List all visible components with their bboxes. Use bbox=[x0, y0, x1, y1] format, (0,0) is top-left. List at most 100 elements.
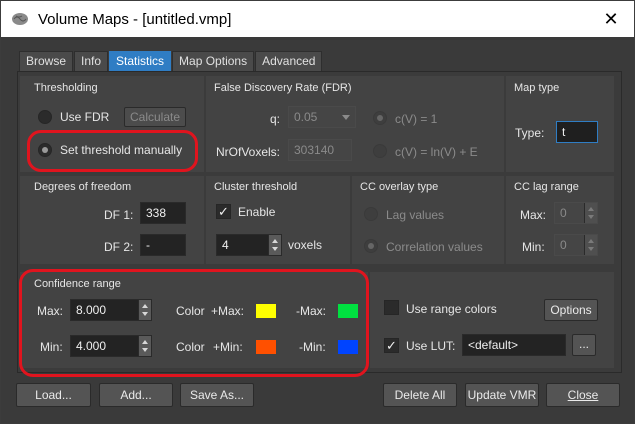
fdr-q-label: q: bbox=[270, 112, 281, 126]
confidence-min-spinbox[interactable]: 4.000 bbox=[70, 335, 152, 357]
confidence-title: Confidence range bbox=[34, 278, 121, 290]
map-type-label: Type: bbox=[515, 126, 545, 140]
lut-browse-button[interactable]: ... bbox=[572, 334, 596, 356]
dialog-window: Volume Maps - [untitled.vmp] ✕ Browse In… bbox=[0, 0, 635, 424]
spin-arrows-icon[interactable] bbox=[138, 336, 151, 356]
fdr-nrofvoxels-label: NrOfVoxels: bbox=[216, 145, 281, 159]
map-type-field[interactable]: t bbox=[556, 121, 598, 143]
confidence-min-label: Min: bbox=[40, 340, 63, 354]
chevron-down-icon bbox=[342, 115, 350, 120]
df1-label: DF 1: bbox=[104, 208, 134, 222]
lut-field[interactable]: <default> bbox=[462, 334, 566, 356]
tab-advanced[interactable]: Advanced bbox=[255, 51, 323, 71]
save-as-button[interactable]: Save As... bbox=[180, 383, 254, 407]
update-vmr-button[interactable]: Update VMR bbox=[465, 383, 539, 407]
spin-arrows-icon[interactable] bbox=[584, 203, 597, 223]
cv1-label: c(V) = 1 bbox=[395, 112, 438, 126]
neg-min-color-swatch[interactable] bbox=[338, 340, 358, 354]
cv2-radio[interactable] bbox=[373, 144, 387, 158]
calculate-button[interactable]: Calculate bbox=[124, 107, 186, 127]
lag-values-radio[interactable] bbox=[364, 207, 378, 221]
pos-min-color-swatch[interactable] bbox=[256, 340, 276, 354]
spin-arrows-icon[interactable] bbox=[268, 235, 281, 255]
cc-lag-max-spinbox[interactable]: 0 bbox=[554, 202, 598, 224]
use-fdr-label: Use FDR bbox=[60, 110, 110, 124]
map-type-group: Map type Type: t bbox=[506, 76, 614, 172]
neg-max-color-swatch[interactable] bbox=[338, 304, 358, 318]
cc-lag-title: CC lag range bbox=[514, 181, 579, 193]
thresholding-group: Thresholding Use FDR Calculate Set thres… bbox=[20, 76, 204, 172]
pos-min-label: +Min: bbox=[213, 340, 243, 354]
cluster-title: Cluster threshold bbox=[214, 181, 298, 193]
delete-all-button[interactable]: Delete All bbox=[383, 383, 457, 407]
set-threshold-label: Set threshold manually bbox=[60, 143, 183, 157]
confidence-max-label: Max: bbox=[37, 304, 64, 318]
close-icon[interactable]: ✕ bbox=[599, 7, 623, 31]
use-range-colors-checkbox[interactable] bbox=[384, 300, 399, 315]
range-colors-group: Use range colors Options ✓ Use LUT: <def… bbox=[370, 272, 614, 368]
confidence-group: Confidence range Max: 8.000 Color +Max: … bbox=[20, 272, 368, 368]
cluster-size-value: 4 bbox=[222, 238, 229, 252]
window-title: Volume Maps - [untitled.vmp] bbox=[38, 11, 232, 28]
tab-browse[interactable]: Browse bbox=[19, 51, 74, 71]
confidence-max-spinbox[interactable]: 8.000 bbox=[70, 299, 152, 321]
df2-label: DF 2: bbox=[104, 240, 134, 254]
correlation-values-label: Correlation values bbox=[386, 240, 483, 254]
thresholding-title: Thresholding bbox=[34, 82, 98, 94]
cv1-radio[interactable] bbox=[373, 111, 387, 125]
cluster-enable-label: Enable bbox=[238, 205, 276, 219]
confidence-min-value: 4.000 bbox=[76, 339, 107, 353]
tab-statistics[interactable]: Statistics bbox=[109, 51, 172, 71]
cluster-group: Cluster threshold ✓ Enable 4 voxels bbox=[206, 176, 350, 264]
set-threshold-radio[interactable] bbox=[38, 143, 52, 157]
options-button[interactable]: Options bbox=[544, 299, 598, 321]
fdr-title: False Discovery Rate (FDR) bbox=[214, 82, 352, 94]
dialog-client: Browse Info Statistics Map Options Advan… bbox=[1, 37, 634, 423]
correlation-values-radio[interactable] bbox=[364, 239, 378, 253]
pos-max-color-swatch[interactable] bbox=[256, 304, 276, 318]
spin-arrows-icon[interactable] bbox=[584, 235, 597, 255]
lag-values-label: Lag values bbox=[386, 208, 445, 222]
color-label-max: Color bbox=[176, 304, 205, 318]
cc-lag-max-label: Max: bbox=[520, 208, 547, 222]
confidence-max-value: 8.000 bbox=[76, 303, 107, 317]
tab-bar: Browse Info Statistics Map Options Advan… bbox=[19, 51, 323, 71]
tab-map-options[interactable]: Map Options bbox=[172, 51, 255, 71]
use-fdr-radio[interactable] bbox=[38, 110, 52, 124]
df1-field[interactable]: 338 bbox=[140, 202, 186, 224]
cv2-label: c(V) = ln(V) + E bbox=[395, 145, 478, 159]
cc-overlay-title: CC overlay type bbox=[360, 181, 439, 193]
neg-max-label: -Max: bbox=[296, 304, 326, 318]
cc-overlay-group: CC overlay type Lag values Correlation v… bbox=[352, 176, 504, 264]
cc-lag-min-value: 0 bbox=[560, 238, 567, 252]
cluster-size-spinbox[interactable]: 4 bbox=[216, 234, 282, 256]
use-lut-label: Use LUT: bbox=[406, 339, 456, 353]
brain-icon bbox=[12, 13, 28, 25]
close-button[interactable]: Close bbox=[546, 383, 620, 407]
title-bar: Volume Maps - [untitled.vmp] ✕ bbox=[1, 1, 634, 37]
cluster-enable-checkbox[interactable]: ✓ bbox=[216, 204, 231, 219]
df2-field[interactable]: - bbox=[140, 234, 186, 256]
use-lut-checkbox[interactable]: ✓ bbox=[384, 338, 399, 353]
cc-lag-min-spinbox[interactable]: 0 bbox=[554, 234, 598, 256]
cluster-unit-label: voxels bbox=[288, 238, 323, 252]
fdr-q-select[interactable]: 0.05 bbox=[288, 106, 356, 128]
statistics-panel: Thresholding Use FDR Calculate Set thres… bbox=[17, 71, 622, 373]
map-type-title: Map type bbox=[514, 82, 560, 94]
cc-lag-min-label: Min: bbox=[522, 240, 545, 254]
fdr-q-value: 0.05 bbox=[294, 110, 318, 124]
fdr-nrofvoxels-field[interactable]: 303140 bbox=[288, 139, 352, 161]
add-button[interactable]: Add... bbox=[99, 383, 173, 407]
neg-min-label: -Min: bbox=[299, 340, 326, 354]
load-button[interactable]: Load... bbox=[16, 383, 91, 407]
color-label-min: Color bbox=[176, 340, 205, 354]
fdr-group: False Discovery Rate (FDR) q: 0.05 NrOfV… bbox=[206, 76, 504, 172]
tab-info[interactable]: Info bbox=[74, 51, 109, 71]
dof-title: Degrees of freedom bbox=[34, 181, 132, 193]
cc-lag-group: CC lag range Max: 0 Min: 0 bbox=[506, 176, 614, 264]
spin-arrows-icon[interactable] bbox=[138, 300, 151, 320]
pos-max-label: +Max: bbox=[211, 304, 245, 318]
cc-lag-max-value: 0 bbox=[560, 206, 567, 220]
use-range-colors-label: Use range colors bbox=[406, 302, 497, 316]
dof-group: Degrees of freedom DF 1: 338 DF 2: - bbox=[20, 176, 204, 264]
